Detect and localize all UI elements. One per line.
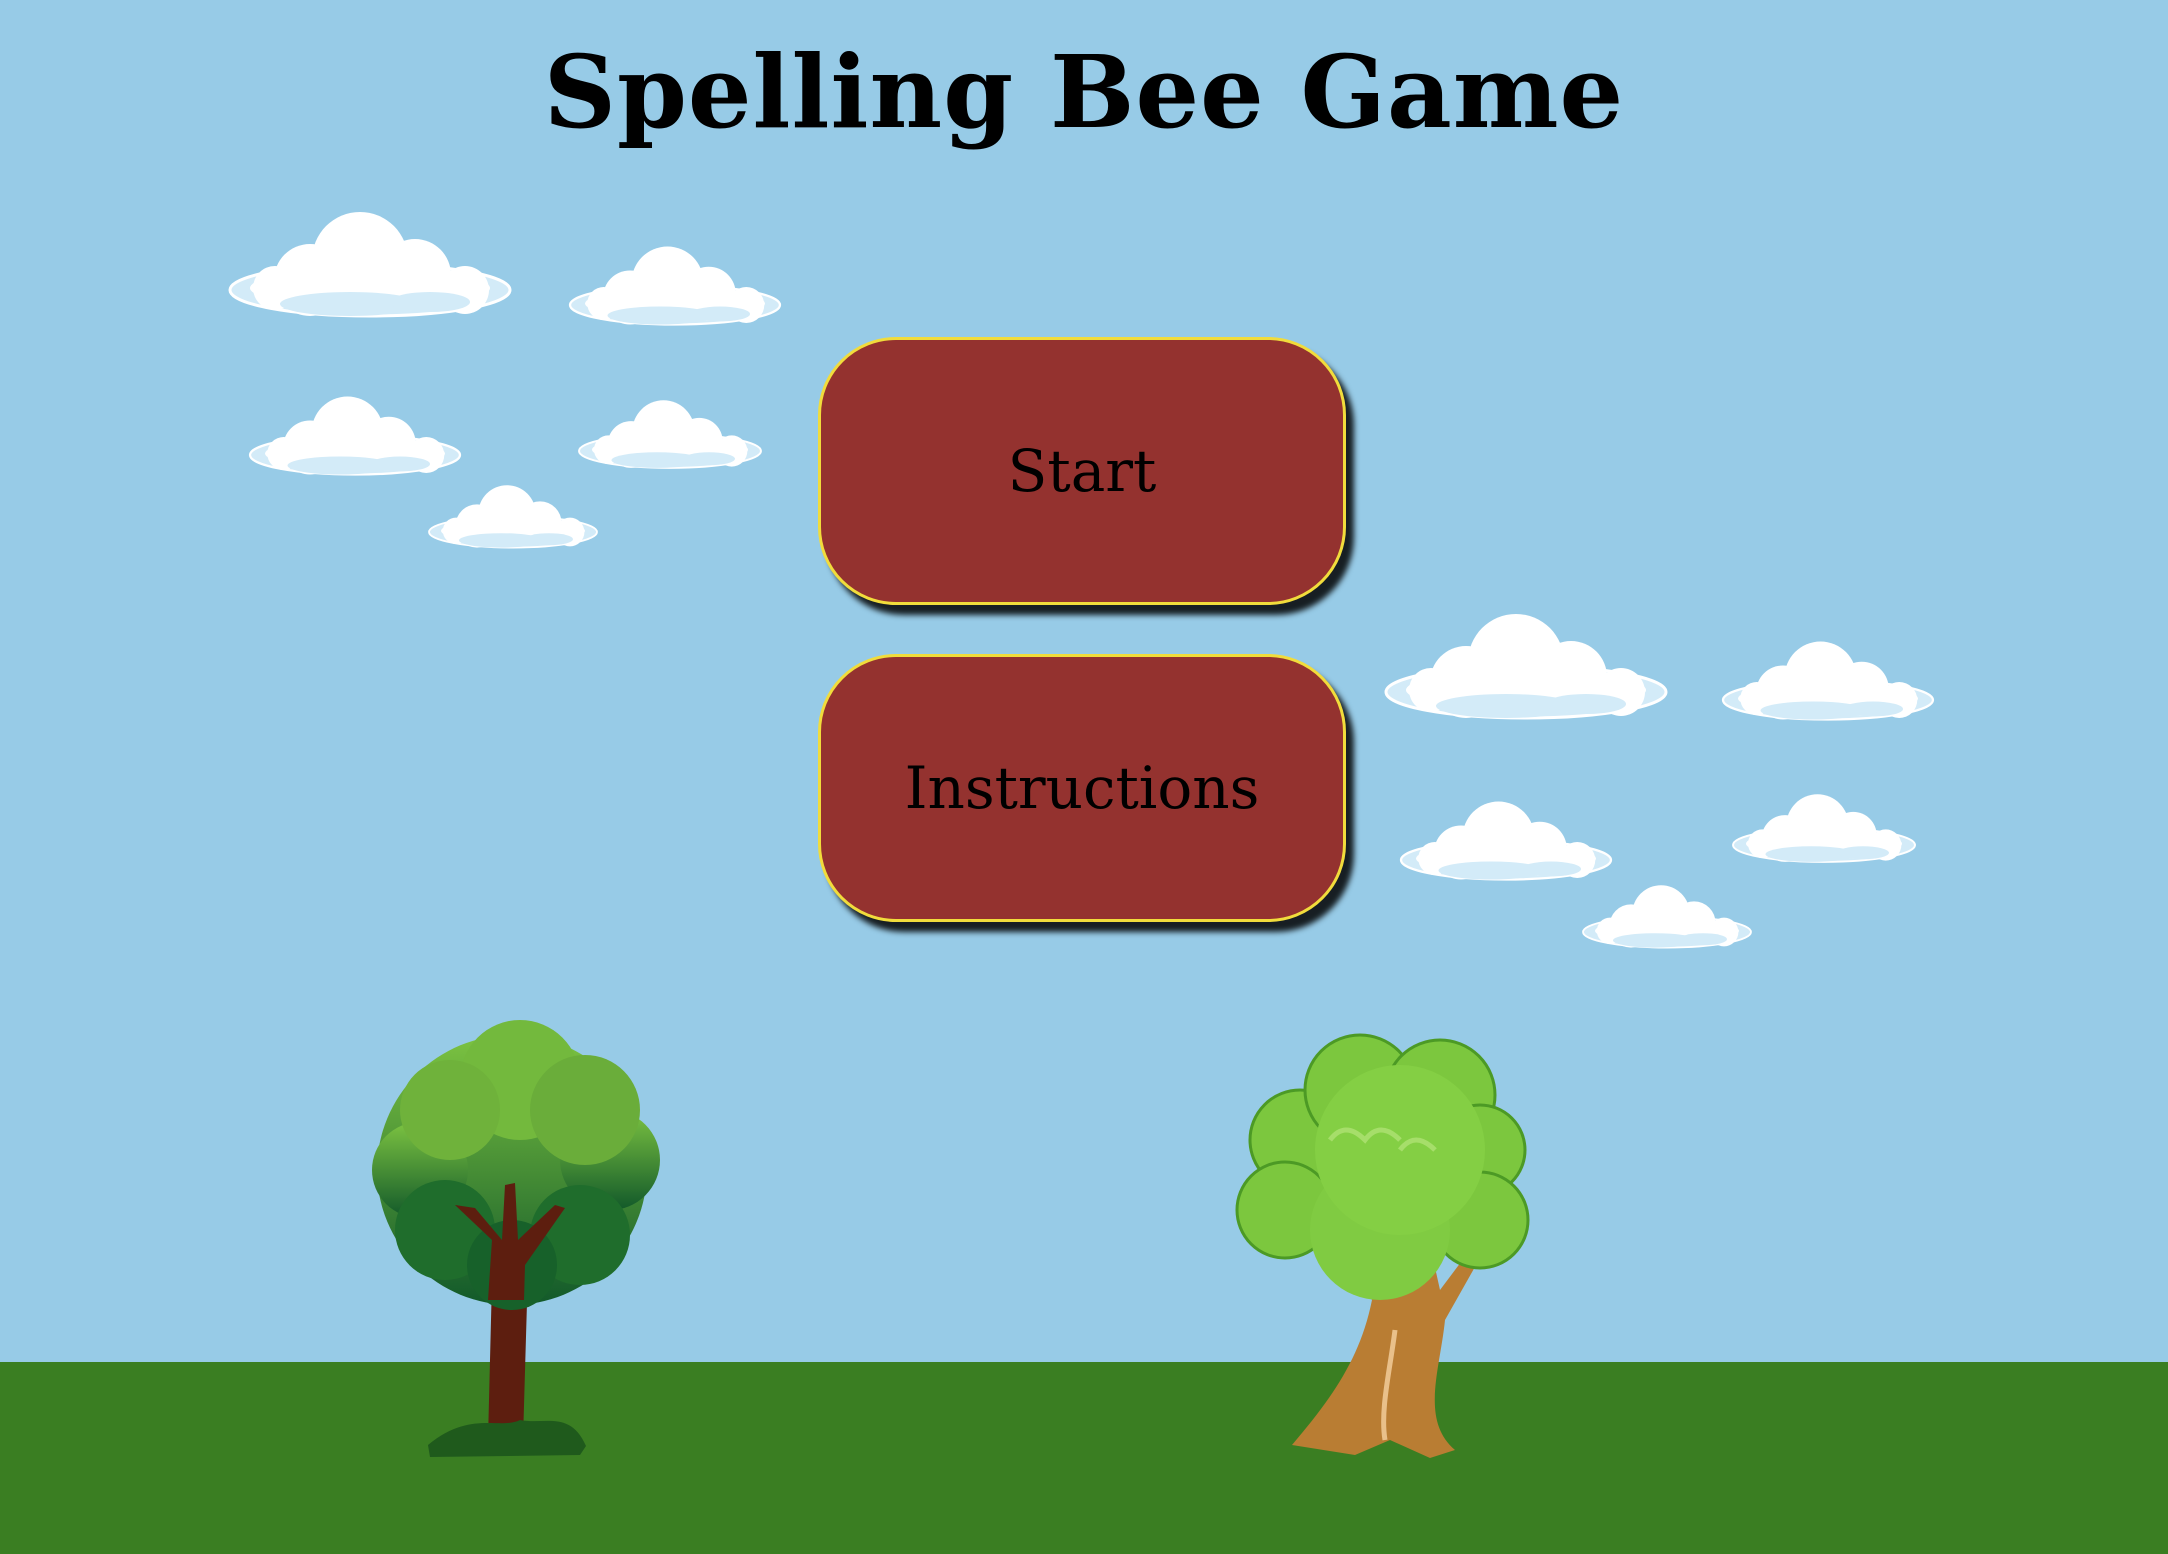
cloud [1732, 793, 1916, 863]
cloud [228, 210, 512, 318]
instructions-button[interactable]: Instructions [818, 654, 1346, 922]
ground [0, 1362, 2168, 1554]
cloud [248, 395, 462, 476]
instructions-button-label: Instructions [904, 754, 1260, 822]
cloud [428, 484, 598, 549]
cloud [578, 399, 762, 469]
cloud [1384, 612, 1668, 720]
cloud [1399, 800, 1613, 881]
cloud [568, 245, 782, 326]
start-button[interactable]: Start [818, 337, 1346, 605]
cloud [1721, 640, 1935, 721]
cloud [1582, 884, 1752, 949]
start-button-label: Start [1007, 437, 1157, 505]
